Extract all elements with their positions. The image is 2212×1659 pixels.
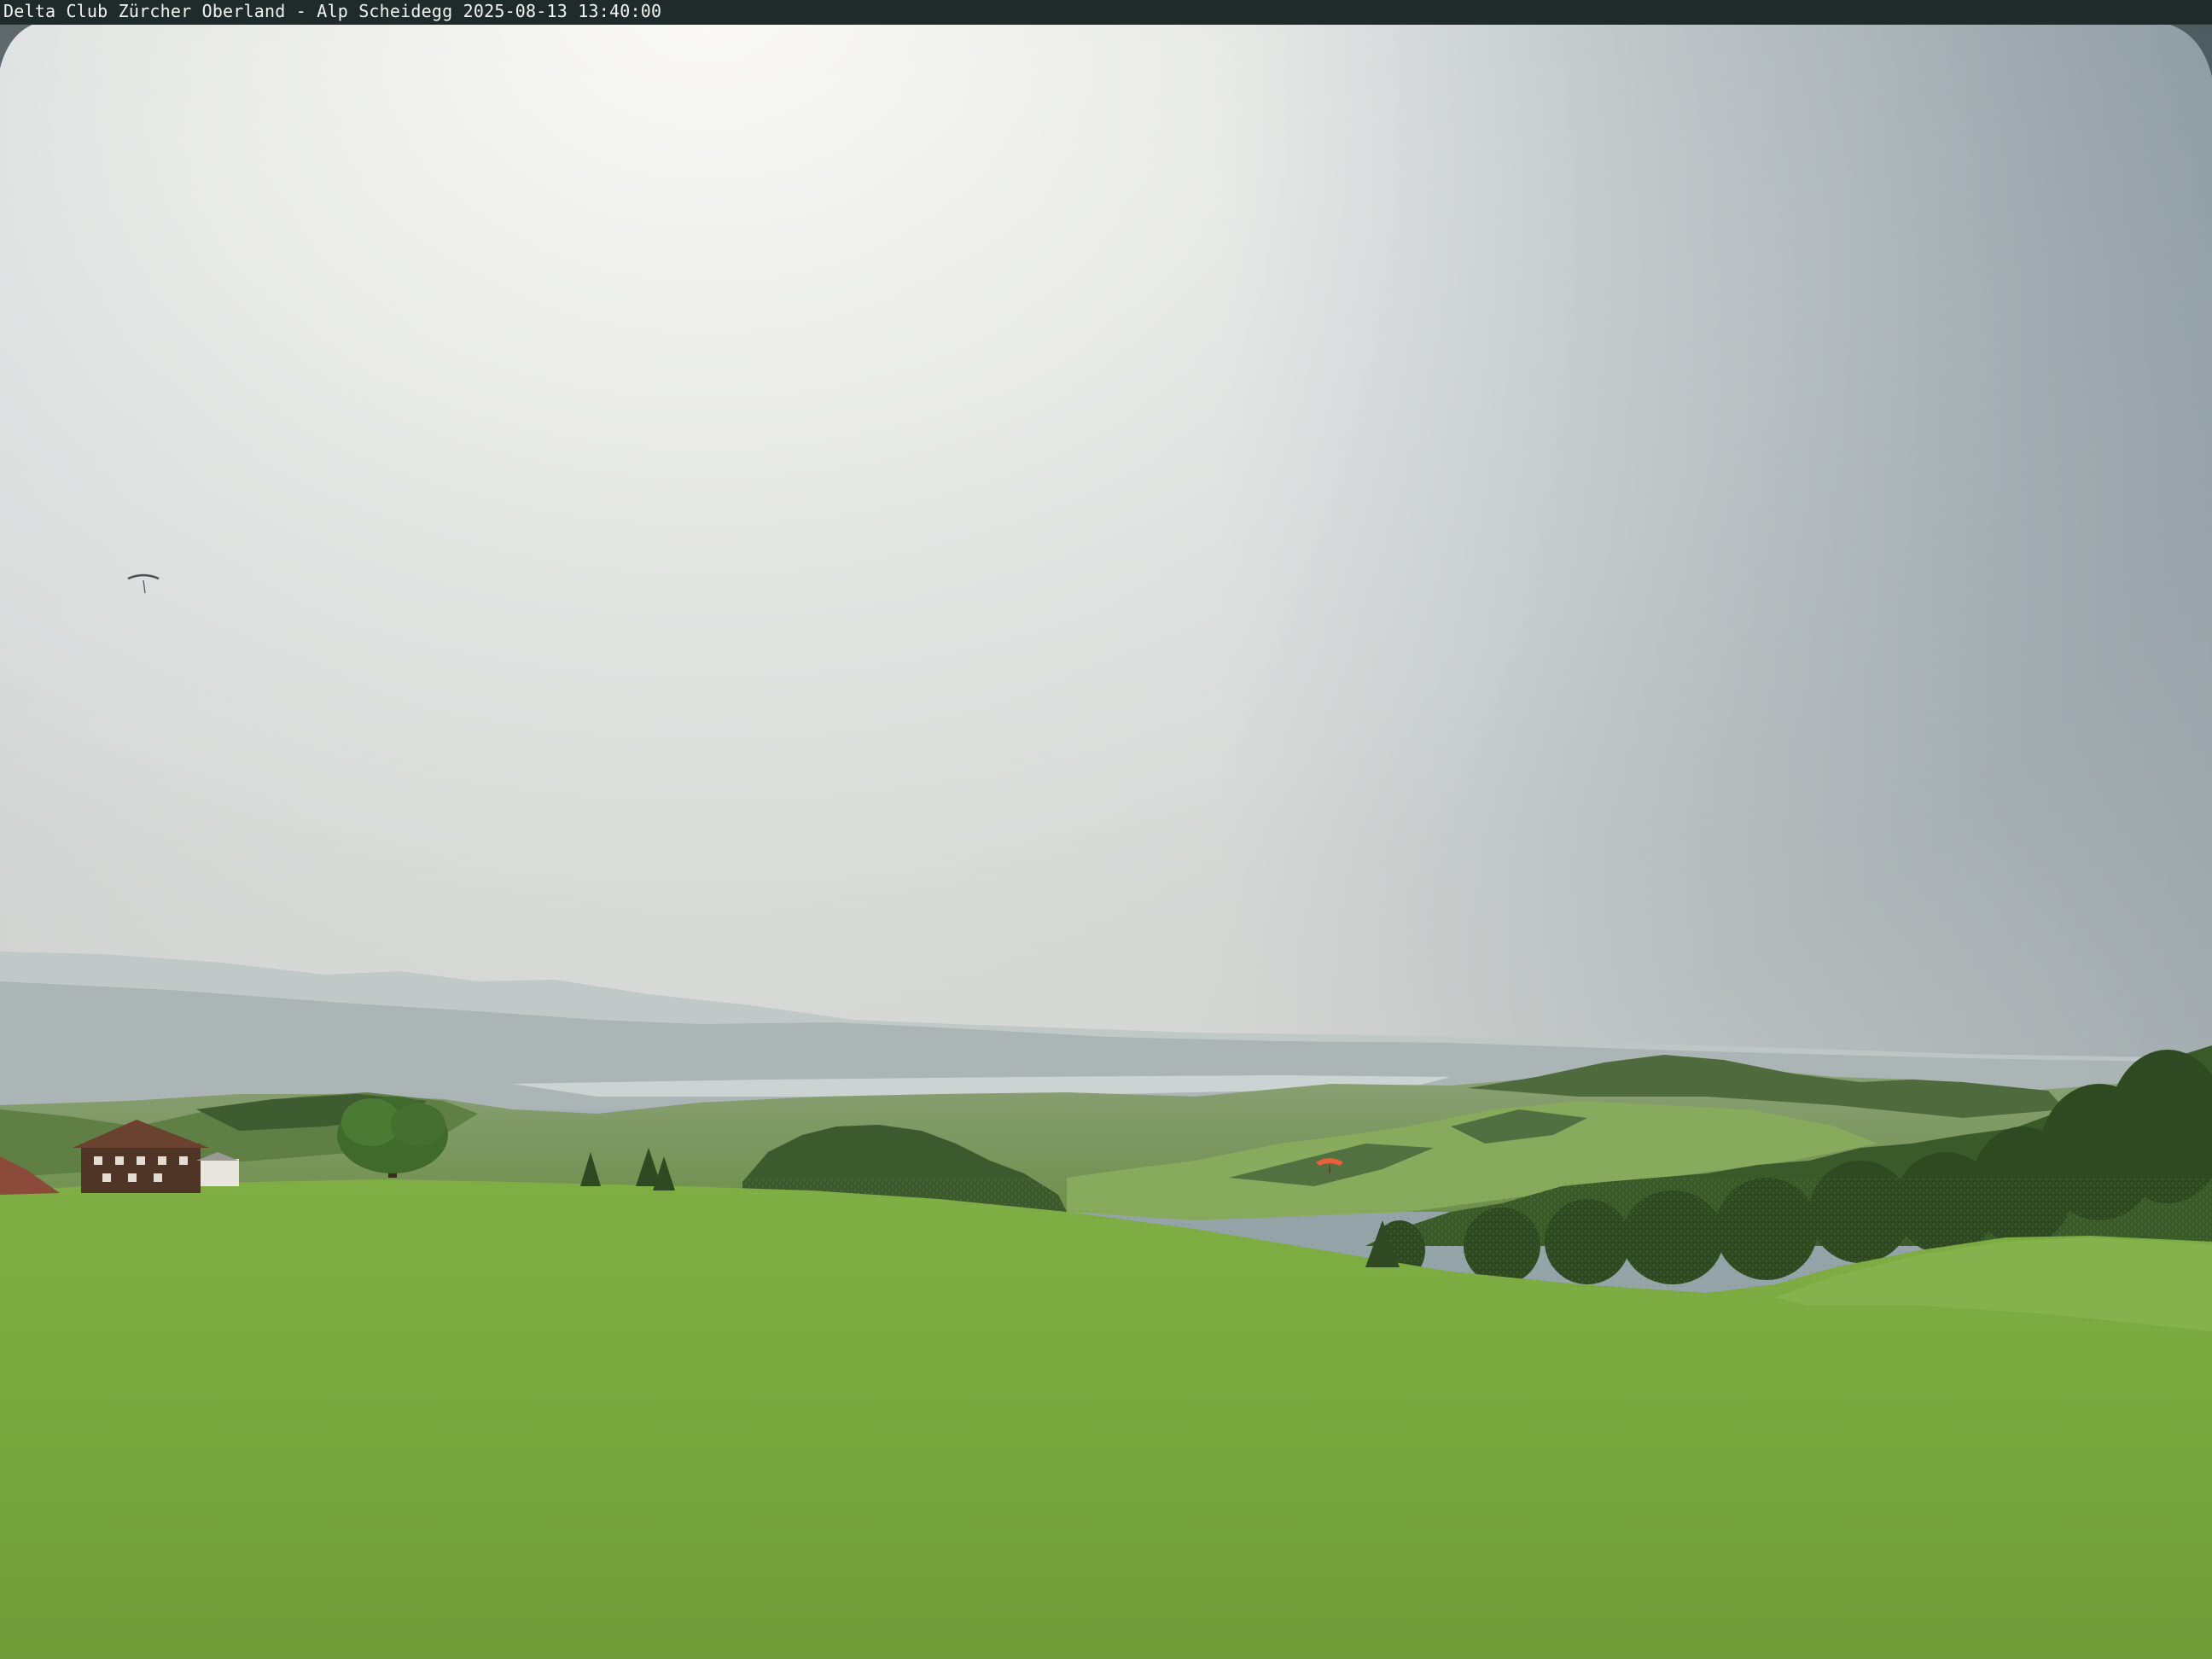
landscape-scene	[0, 0, 2212, 1659]
caption-text: Delta Club Zürcher Oberland - Alp Scheid…	[3, 1, 662, 21]
webcam-image: Delta Club Zürcher Oberland - Alp Scheid…	[0, 0, 2212, 1659]
caption-bar: Delta Club Zürcher Oberland - Alp Scheid…	[0, 0, 2212, 25]
